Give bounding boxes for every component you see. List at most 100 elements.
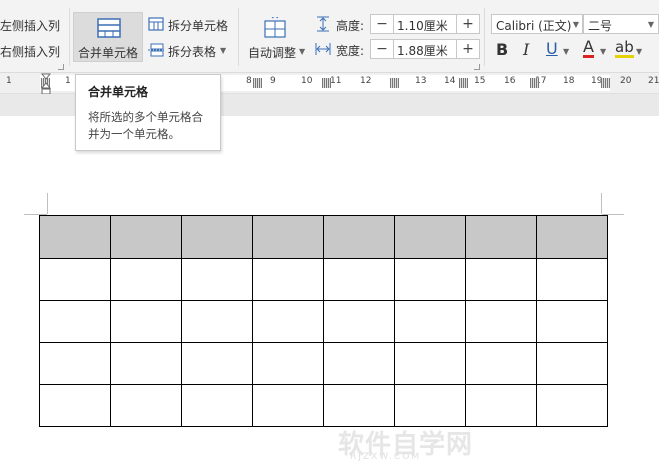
table-cell[interactable] <box>394 258 466 301</box>
table-cell[interactable] <box>110 215 182 259</box>
font-name-value: Calibri (正文) <box>496 19 572 33</box>
group-launcher-icon[interactable] <box>474 64 480 70</box>
table-cell[interactable] <box>323 215 395 259</box>
table-cell[interactable] <box>536 300 608 343</box>
merge-cells-button[interactable]: 合并单元格 <box>73 12 143 62</box>
insert-column-left-button[interactable]: 左侧插入列 <box>0 17 60 34</box>
height-increase-button[interactable]: + <box>456 15 479 33</box>
table-cell[interactable] <box>39 300 111 343</box>
height-spinner[interactable]: − 1.10厘米 + <box>370 14 480 34</box>
ruler-number: 13 <box>415 76 427 86</box>
table-cell[interactable] <box>536 258 608 301</box>
table-cell[interactable] <box>252 300 324 343</box>
column-marker[interactable] <box>390 78 399 88</box>
table-cell[interactable] <box>323 384 395 427</box>
ruler-number: 8 <box>246 76 252 86</box>
height-input[interactable]: 1.10厘米 <box>397 17 448 34</box>
column-marker[interactable] <box>253 78 262 88</box>
column-marker[interactable] <box>601 78 610 88</box>
column-marker[interactable] <box>530 78 539 88</box>
width-label: 宽度: <box>336 44 365 58</box>
row-height-icon <box>317 16 329 32</box>
width-spinner[interactable]: − 1.88厘米 + <box>370 39 480 59</box>
font-color-dropdown-icon[interactable]: ▼ <box>600 47 606 56</box>
ruler-number: 20 <box>620 76 632 86</box>
ruler-number: 1 <box>6 76 12 86</box>
table-row <box>39 258 608 301</box>
tooltip-title: 合并单元格 <box>88 85 149 99</box>
font-size-select[interactable]: 二号 ▼ <box>583 14 659 34</box>
width-decrease-button[interactable]: − <box>371 40 394 58</box>
font-size-dropdown-icon: ▼ <box>647 20 654 29</box>
table-cell[interactable] <box>323 342 395 385</box>
table-cell[interactable] <box>110 300 182 343</box>
table-cell[interactable] <box>394 300 466 343</box>
ruler-number: 16 <box>504 76 516 86</box>
ruler-number: 10 <box>301 76 313 86</box>
margin-guide <box>47 193 48 214</box>
split-cells-button[interactable]: 拆分单元格 <box>168 17 228 34</box>
table-cell[interactable] <box>39 342 111 385</box>
table-cell[interactable] <box>181 215 253 259</box>
margin-guide <box>601 193 602 214</box>
indent-marker-icon[interactable] <box>41 73 51 95</box>
font-name-select[interactable]: Calibri (正文) ▼ <box>491 14 583 34</box>
table-cell[interactable] <box>465 384 537 427</box>
height-label: 高度: <box>336 19 365 33</box>
split-table-button[interactable]: 拆分表格 <box>168 43 216 60</box>
split-table-dropdown-icon[interactable]: ▼ <box>220 46 226 55</box>
table-cell[interactable] <box>323 258 395 301</box>
width-input[interactable]: 1.88厘米 <box>397 42 448 59</box>
width-increase-button[interactable]: + <box>456 40 479 58</box>
table-cell[interactable] <box>39 384 111 427</box>
ruler-number: 14 <box>444 76 456 86</box>
table-cell[interactable] <box>110 384 182 427</box>
font-name-dropdown-icon: ▼ <box>572 20 579 29</box>
ruler-number: 11 <box>330 76 342 86</box>
table-cell[interactable] <box>252 384 324 427</box>
table-cell[interactable] <box>181 342 253 385</box>
column-marker[interactable] <box>322 78 331 88</box>
table-cell[interactable] <box>394 342 466 385</box>
table-cell[interactable] <box>536 384 608 427</box>
table-cell[interactable] <box>394 215 466 259</box>
table-cell[interactable] <box>323 300 395 343</box>
table-cell[interactable] <box>252 342 324 385</box>
table-cell[interactable] <box>252 258 324 301</box>
table-cell[interactable] <box>39 215 111 259</box>
watermark-url: RJZXW.COM <box>350 452 422 462</box>
table-cell[interactable] <box>181 384 253 427</box>
table-cell[interactable] <box>465 215 537 259</box>
highlight-dropdown-icon[interactable]: ▼ <box>636 47 642 56</box>
merge-cells-label: 合并单元格 <box>78 46 139 60</box>
table-cell[interactable] <box>465 300 537 343</box>
table-cell[interactable] <box>394 384 466 427</box>
table-cell[interactable] <box>181 300 253 343</box>
table-cell[interactable] <box>252 215 324 259</box>
height-decrease-button[interactable]: − <box>371 15 394 33</box>
ruler-number: 9 <box>270 76 276 86</box>
table-cell[interactable] <box>39 258 111 301</box>
ruler-number: 1 <box>65 76 71 86</box>
auto-fit-button[interactable]: 自动调整 <box>248 44 296 61</box>
column-marker[interactable] <box>459 78 468 88</box>
table-cell[interactable] <box>536 215 608 259</box>
underline-button[interactable]: U <box>546 39 558 58</box>
bold-button[interactable]: B <box>496 40 508 59</box>
font-color-button[interactable]: A <box>583 39 594 58</box>
insert-column-right-button[interactable]: 右侧插入列 <box>0 43 60 60</box>
group-launcher-icon[interactable] <box>58 64 64 70</box>
document-table[interactable] <box>39 215 608 427</box>
table-cell[interactable] <box>110 342 182 385</box>
table-cell[interactable] <box>181 258 253 301</box>
auto-fit-dropdown-icon[interactable]: ▼ <box>299 47 305 56</box>
underline-dropdown-icon[interactable]: ▼ <box>563 47 569 56</box>
italic-button[interactable]: I <box>523 40 529 59</box>
table-cell[interactable] <box>536 342 608 385</box>
ruler-number: 12 <box>360 76 372 86</box>
table-cell[interactable] <box>465 342 537 385</box>
table-cell[interactable] <box>465 258 537 301</box>
highlight-button[interactable]: ab <box>615 40 634 58</box>
table-cell[interactable] <box>110 258 182 301</box>
group-separator <box>484 8 485 66</box>
